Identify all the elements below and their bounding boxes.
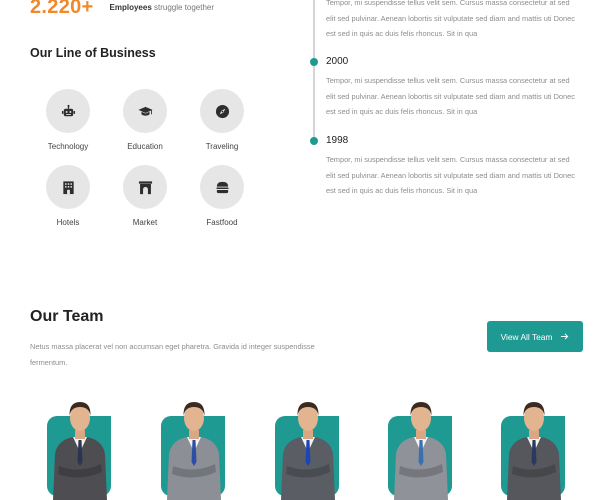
team-member-photo (281, 402, 335, 500)
business-item-label: Traveling (205, 142, 239, 151)
timeline-year: 2000 (326, 56, 349, 67)
team-member-photo (507, 402, 561, 500)
business-item-traveling[interactable]: Traveling (193, 89, 251, 151)
team-title: Our Team (30, 308, 104, 325)
team-member-photo (53, 402, 107, 500)
team-member-card[interactable] (275, 392, 341, 500)
timeline-text: Tempor, mi suspendisse tellus velit sem.… (326, 76, 575, 116)
employee-stat: 2.220+ Employees struggle together (30, 0, 214, 19)
business-item-label: Market (132, 218, 158, 227)
business-item-label: Education (127, 142, 163, 151)
team-member-card[interactable] (388, 392, 454, 500)
icon-circle (123, 165, 167, 209)
business-item-label: Technology (47, 142, 89, 151)
icon-circle (200, 89, 244, 133)
timeline-year: 1998 (326, 135, 349, 146)
team-member-photo (167, 402, 221, 500)
line-of-business-title: Our Line of Business (30, 46, 156, 60)
icon-circle (46, 89, 90, 133)
line-of-business-grid: Technology Education Traveling Hotels Ma… (39, 89, 269, 227)
timeline-text: Tempor, mi suspendisse tellus velit sem.… (326, 0, 575, 38)
hamburger-icon (215, 181, 229, 193)
stat-label-bold: Employees (109, 3, 152, 12)
icon-circle (46, 165, 90, 209)
view-all-team-label: View All Team (500, 331, 553, 342)
team-description: Netus massa placerat vel non accumsan eg… (30, 342, 315, 367)
team-member-photo (394, 402, 448, 500)
team-member-card[interactable] (501, 392, 567, 500)
timeline-dot (310, 58, 318, 66)
business-item-hotels[interactable]: Hotels (39, 165, 97, 227)
business-item-fastfood[interactable]: Fastfood (193, 165, 251, 227)
business-item-market[interactable]: Market (116, 165, 174, 227)
arrow-right-icon (561, 333, 569, 340)
business-item-label: Hotels (56, 218, 80, 227)
archway-icon (138, 180, 152, 194)
timeline-text: Tempor, mi suspendisse tellus velit sem.… (326, 155, 575, 195)
timeline-line (313, 0, 315, 142)
robot-icon (61, 104, 75, 116)
compass-icon (215, 104, 229, 118)
business-item-technology[interactable]: Technology (39, 89, 97, 151)
view-all-team-button[interactable]: View All Team (487, 321, 583, 352)
timeline-dot (310, 137, 318, 145)
icon-circle (200, 165, 244, 209)
business-item-label: Fastfood (206, 218, 238, 227)
icon-circle (123, 89, 167, 133)
hotel-icon (62, 180, 74, 194)
team-member-card[interactable] (161, 392, 227, 500)
stat-number: 2.220+ (30, 0, 94, 18)
graduation-cap-icon (137, 106, 153, 116)
stat-label: Employees struggle together (110, 3, 215, 12)
stat-label-rest: struggle together (151, 3, 215, 12)
business-item-education[interactable]: Education (116, 89, 174, 151)
team-member-card[interactable] (47, 392, 113, 500)
